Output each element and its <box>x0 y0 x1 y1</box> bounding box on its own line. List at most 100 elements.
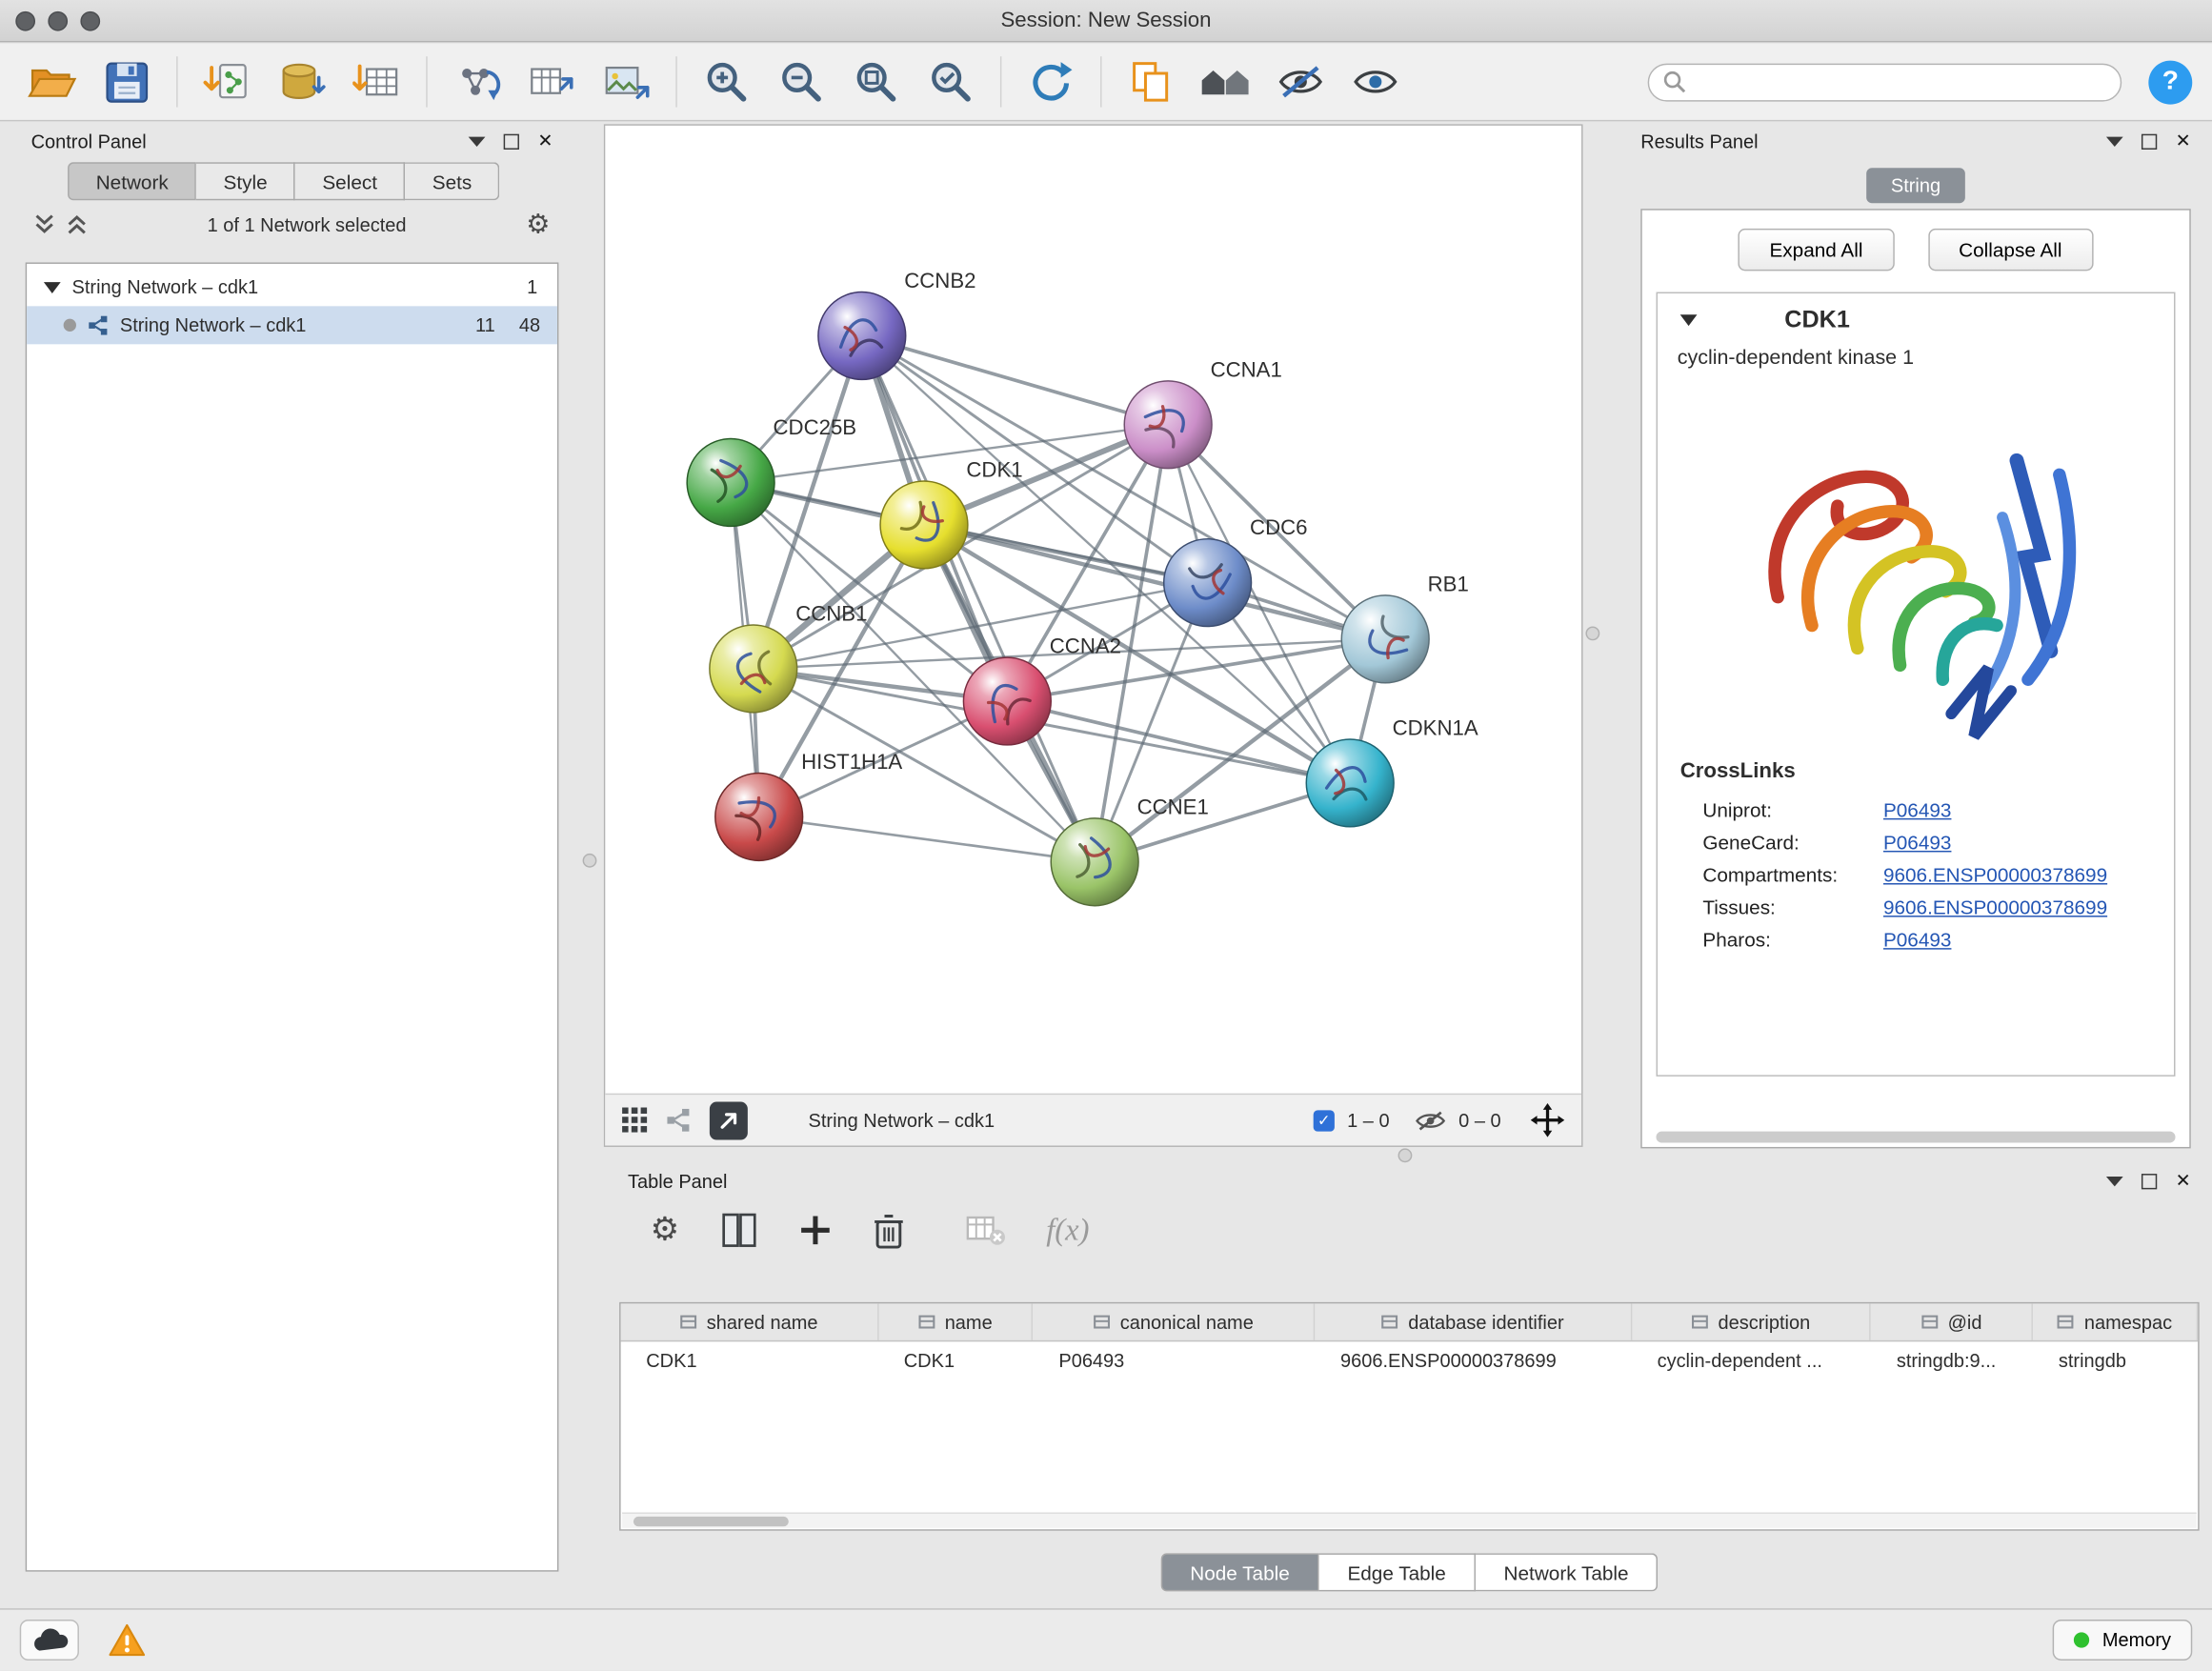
network-edge[interactable] <box>759 816 1095 861</box>
expand-all-button[interactable]: Expand All <box>1739 229 1894 271</box>
table-options-gear-icon[interactable]: ⚙ <box>651 1214 680 1246</box>
left-splitter-handle[interactable] <box>583 854 597 868</box>
network-node-cdkn1a[interactable]: CDKN1A <box>1306 716 1478 827</box>
right-splitter-handle[interactable] <box>1585 627 1599 641</box>
collapse-panel-icon[interactable] <box>2106 136 2123 146</box>
collapse-panel-icon[interactable] <box>469 136 486 146</box>
save-session-button[interactable] <box>94 50 159 112</box>
column-header[interactable]: namespac <box>2033 1303 2198 1340</box>
minimize-window-button[interactable] <box>48 11 68 31</box>
detach-view-button[interactable] <box>710 1101 748 1139</box>
zoom-selected-button[interactable] <box>918 50 983 112</box>
search-input[interactable] <box>1696 71 2106 92</box>
close-window-button[interactable] <box>15 11 35 31</box>
network-node-rb1[interactable]: RB1 <box>1341 572 1469 682</box>
delete-column-trash-icon[interactable] <box>872 1211 906 1249</box>
network-node-ccne1[interactable]: CCNE1 <box>1051 795 1209 905</box>
float-panel-icon[interactable] <box>504 133 519 149</box>
disclosure-triangle-icon[interactable] <box>44 281 61 292</box>
new-network-from-table-button[interactable] <box>519 50 584 112</box>
string-results-tab[interactable]: String <box>1867 168 1965 203</box>
network-node-hist1h1a[interactable]: HIST1H1A <box>715 750 903 860</box>
close-panel-icon[interactable]: ✕ <box>2176 131 2191 150</box>
network-canvas[interactable]: CCNB2CCNA1CDC25BCDK1CDC6RB1CCNB1CCNA2CDK… <box>605 126 1581 1094</box>
add-column-icon[interactable] <box>798 1214 833 1248</box>
cell-canonical-name[interactable]: P06493 <box>1034 1350 1316 1371</box>
tab-node-table[interactable]: Node Table <box>1160 1553 1319 1591</box>
cell-id[interactable]: stringdb:9... <box>1871 1350 2033 1371</box>
network-tools-button[interactable] <box>444 50 509 112</box>
zoom-fit-button[interactable] <box>844 50 909 112</box>
gene-section-header[interactable]: CDK1 <box>1658 293 2174 347</box>
network-row[interactable]: String Network – cdk1 11 48 <box>27 306 557 344</box>
import-table-file-button[interactable] <box>344 50 409 112</box>
cloud-status-button[interactable] <box>20 1620 79 1661</box>
crosslink-link[interactable]: 9606.ENSP00000378699 <box>1883 896 2107 918</box>
network-node-cdc25b[interactable]: CDC25B <box>687 415 856 526</box>
collapse-panel-icon[interactable] <box>2106 1176 2123 1185</box>
zoom-in-button[interactable] <box>694 50 759 112</box>
toolbar-search[interactable] <box>1648 63 2122 101</box>
crosslink-link[interactable]: P06493 <box>1883 831 1951 854</box>
tab-sets[interactable]: Sets <box>406 162 500 200</box>
column-header[interactable]: @id <box>1871 1303 2033 1340</box>
grid-view-icon[interactable] <box>622 1107 648 1133</box>
column-header[interactable]: database identifier <box>1315 1303 1632 1340</box>
disclosure-triangle-icon[interactable] <box>1680 314 1698 326</box>
cell-namespace[interactable]: stringdb <box>2033 1350 2198 1371</box>
warning-icon[interactable] <box>108 1621 147 1659</box>
network-node-cdk1[interactable]: CDK1 <box>880 458 1023 569</box>
tab-select[interactable]: Select <box>295 162 405 200</box>
cell-database-identifier[interactable]: 9606.ENSP00000378699 <box>1315 1350 1632 1371</box>
network-node-ccnb1[interactable]: CCNB1 <box>710 602 868 713</box>
column-header[interactable]: name <box>878 1303 1034 1340</box>
table-row[interactable]: CDK1 CDK1 P06493 9606.ENSP00000378699 cy… <box>621 1341 2199 1379</box>
float-panel-icon[interactable] <box>2142 133 2157 149</box>
show-columns-icon[interactable] <box>719 1211 758 1250</box>
refresh-network-button[interactable] <box>1018 50 1083 112</box>
expand-all-rows-icon[interactable] <box>34 213 55 236</box>
network-edge[interactable] <box>1007 701 1350 783</box>
network-node-ccna1[interactable]: CCNA1 <box>1124 357 1282 468</box>
collapse-all-button[interactable]: Collapse All <box>1928 229 2093 271</box>
zoom-out-button[interactable] <box>769 50 834 112</box>
pan-move-icon[interactable] <box>1531 1103 1565 1137</box>
horizontal-splitter-handle[interactable] <box>1398 1148 1413 1162</box>
cell-name[interactable]: CDK1 <box>878 1350 1034 1371</box>
network-edge[interactable] <box>862 335 1095 861</box>
tab-edge-table[interactable]: Edge Table <box>1319 1553 1476 1591</box>
crosslink-link[interactable]: 9606.ENSP00000378699 <box>1883 863 2107 886</box>
help-button[interactable]: ? <box>2148 60 2192 104</box>
copy-button[interactable] <box>1118 50 1183 112</box>
results-horizontal-scrollbar[interactable] <box>1657 1132 2176 1143</box>
tab-network[interactable]: Network <box>68 162 196 200</box>
close-panel-icon[interactable]: ✕ <box>2176 1172 2191 1190</box>
selected-items-checkbox[interactable]: ✓ <box>1314 1110 1335 1131</box>
table-horizontal-scrollbar[interactable] <box>622 1512 2197 1527</box>
crosslink-link[interactable]: P06493 <box>1883 798 1951 821</box>
column-header[interactable]: shared name <box>621 1303 879 1340</box>
network-overview-icon[interactable] <box>666 1107 692 1133</box>
home-views-button[interactable] <box>1194 50 1258 112</box>
import-network-file-button[interactable] <box>194 50 259 112</box>
column-header[interactable]: canonical name <box>1034 1303 1316 1340</box>
import-network-database-button[interactable] <box>270 50 334 112</box>
maximize-window-button[interactable] <box>80 11 100 31</box>
memory-button[interactable]: Memory <box>2053 1620 2192 1661</box>
gear-icon[interactable]: ⚙ <box>526 211 550 237</box>
close-panel-icon[interactable]: ✕ <box>537 131 553 150</box>
collapse-all-rows-icon[interactable] <box>67 213 88 236</box>
cell-description[interactable]: cyclin-dependent ... <box>1632 1350 1871 1371</box>
show-all-button[interactable] <box>1343 50 1408 112</box>
column-header[interactable]: description <box>1632 1303 1871 1340</box>
float-panel-icon[interactable] <box>2142 1173 2157 1188</box>
cell-shared-name[interactable]: CDK1 <box>621 1350 879 1371</box>
network-edge[interactable] <box>862 335 1168 424</box>
export-image-button[interactable] <box>593 50 658 112</box>
tab-style[interactable]: Style <box>196 162 295 200</box>
hide-selection-button[interactable] <box>1268 50 1333 112</box>
crosslink-link[interactable]: P06493 <box>1883 928 1951 951</box>
tab-network-table[interactable]: Network Table <box>1476 1553 1659 1591</box>
open-session-button[interactable] <box>20 50 85 112</box>
network-edge[interactable] <box>924 525 1385 639</box>
